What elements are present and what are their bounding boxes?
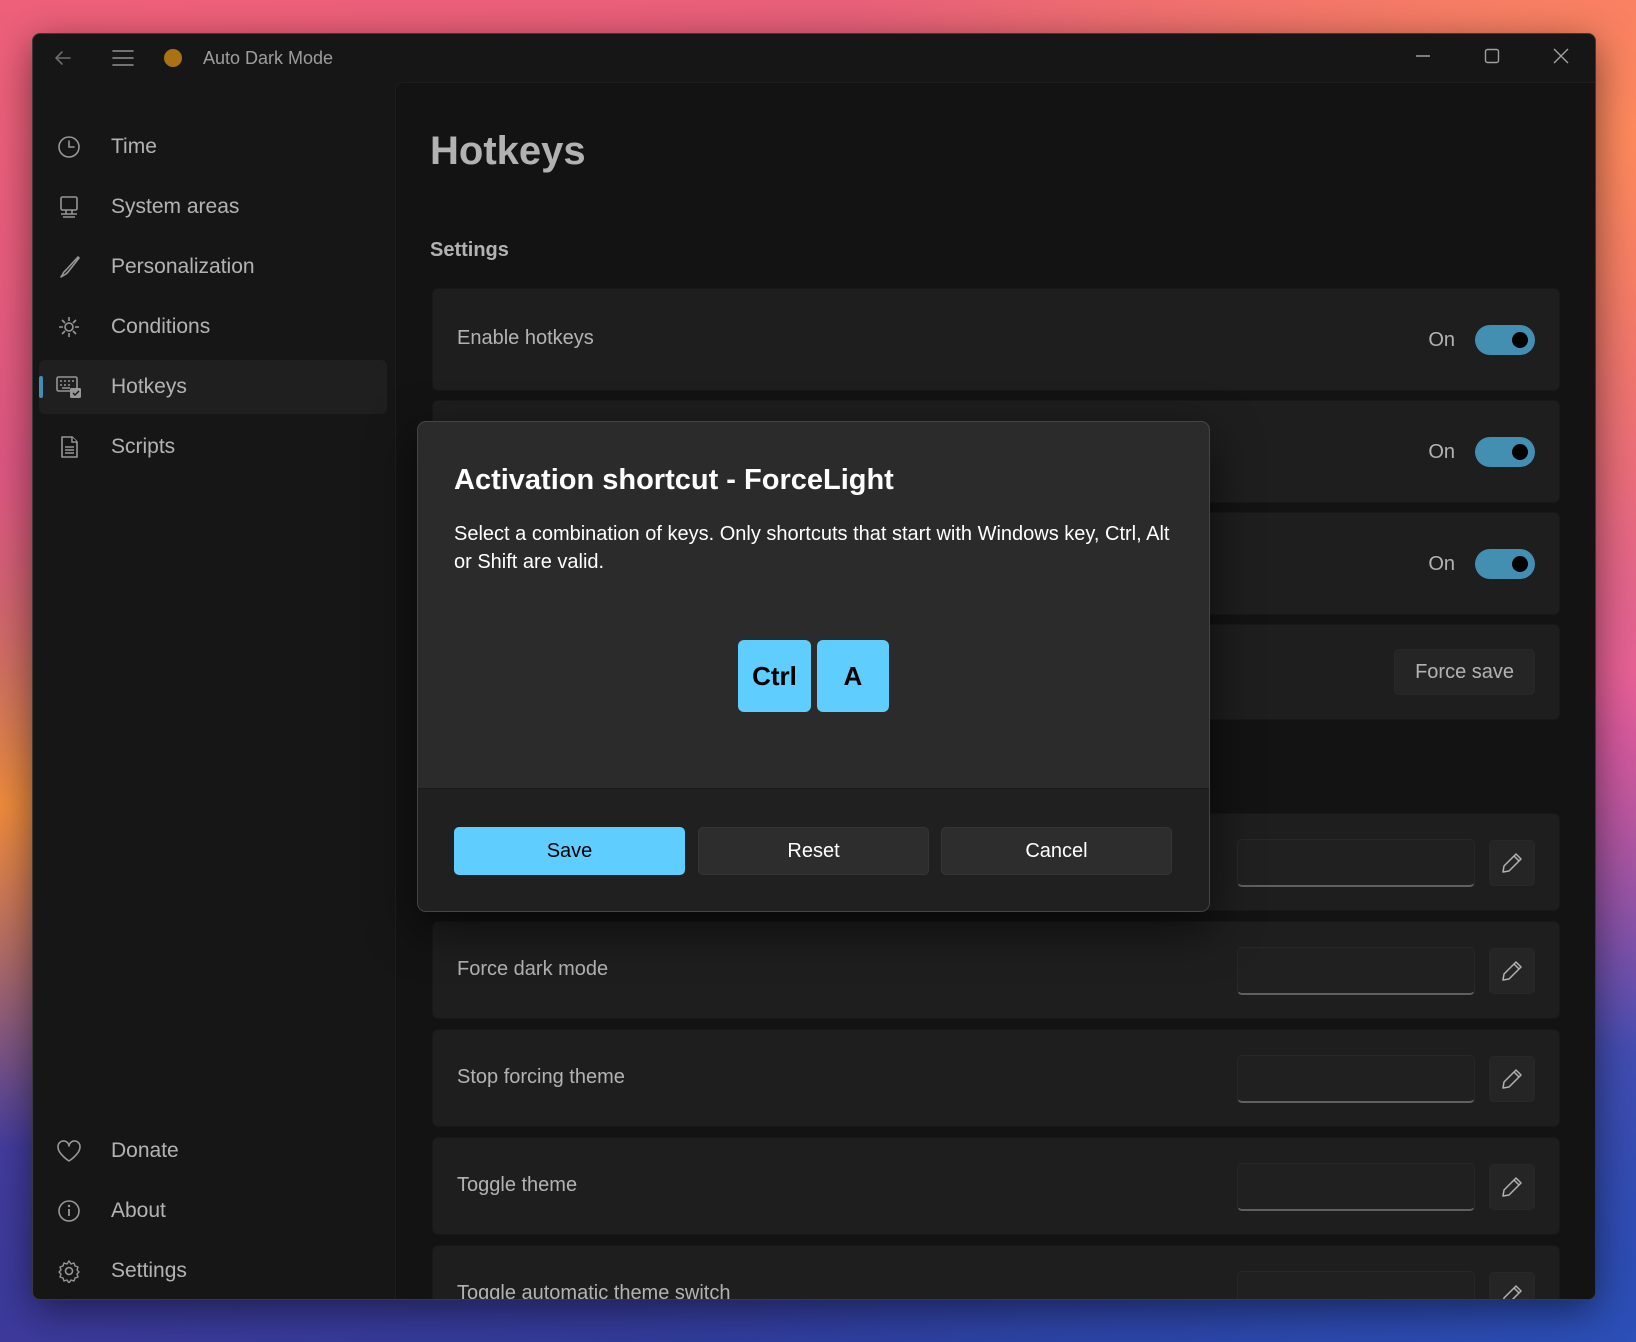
shortcut-dialog: Activation shortcut - ForceLight Select …	[417, 421, 1210, 912]
key-cap: A	[816, 640, 889, 712]
cancel-button[interactable]: Cancel	[941, 827, 1172, 875]
dialog-title: Activation shortcut - ForceLight	[454, 464, 894, 496]
key-combination: Ctrl A	[418, 640, 1209, 712]
save-button[interactable]: Save	[454, 827, 685, 875]
dialog-message: Select a combination of keys. Only short…	[454, 523, 1170, 573]
key-cap: Ctrl	[738, 640, 811, 712]
reset-button[interactable]: Reset	[698, 827, 929, 875]
dialog-footer: Save Reset Cancel	[418, 788, 1209, 911]
